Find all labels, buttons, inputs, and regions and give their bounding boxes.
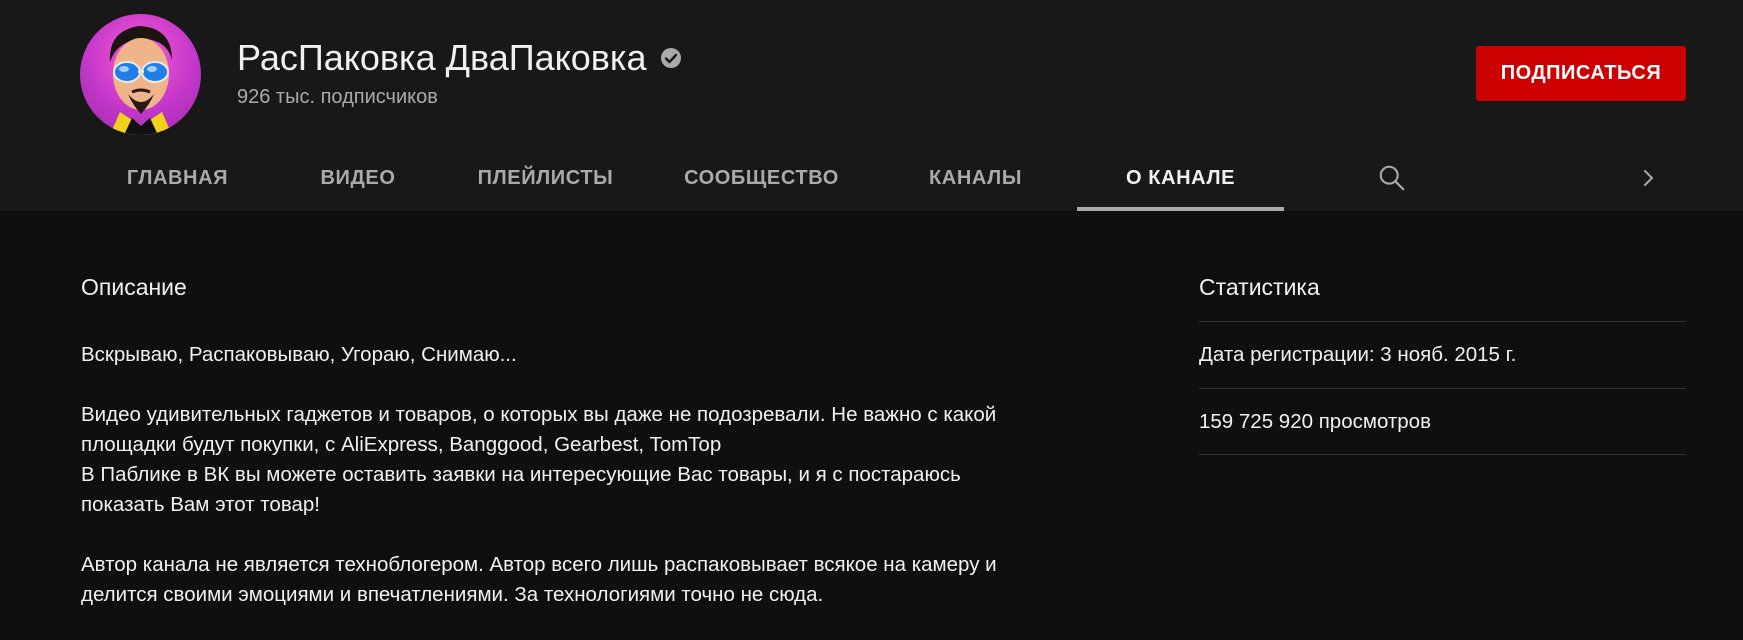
chevron-right-icon[interactable]	[1628, 158, 1668, 198]
subscribe-button[interactable]: ПОДПИСАТЬСЯ	[1476, 46, 1686, 101]
registration-date: Дата регистрации: 3 нояб. 2015 г.	[1199, 321, 1686, 388]
avatar-illustration	[109, 26, 172, 135]
verified-check-icon	[660, 47, 682, 69]
description-line: делится своими эмоциями и впечатлениями.…	[81, 583, 824, 606]
channel-title: РасПаковка ДваПаковка	[237, 37, 647, 78]
description-line: показать Вам этот товар!	[81, 493, 320, 516]
description-line: Видео удивительных гаджетов и товаров, о…	[81, 403, 997, 426]
tab-about[interactable]: О КАНАЛЕ	[1077, 145, 1284, 211]
description-title: Описание	[81, 274, 187, 300]
description-paragraph: Видео удивительных гаджетов и товаров, о…	[81, 400, 1061, 520]
tab-playlists[interactable]: ПЛЕЙЛИСТЫ	[442, 145, 649, 211]
description-text: Вскрываю, Распаковываю, Угораю, Снимаю..…	[81, 340, 1061, 640]
stats-title: Статистика	[1199, 274, 1320, 300]
subscriber-count: 926 тыс. подписчиков	[237, 86, 438, 108]
tab-channels[interactable]: КАНАЛЫ	[874, 145, 1077, 211]
description-paragraph: Вскрываю, Распаковываю, Угораю, Снимаю..…	[81, 340, 1061, 370]
view-count: 159 725 920 просмотров	[1199, 388, 1686, 455]
description-line: Вскрываю, Распаковываю, Угораю, Снимаю..…	[81, 343, 517, 366]
channel-header: РасПаковка ДваПаковка 926 тыс. подписчик…	[0, 0, 1743, 211]
channel-tabs: ГЛАВНАЯ ВИДЕО ПЛЕЙЛИСТЫ СООБЩЕСТВО КАНАЛ…	[81, 145, 1284, 211]
tab-videos[interactable]: ВИДЕО	[274, 145, 442, 211]
description-paragraph: Автор канала не является техноблогером. …	[81, 550, 1061, 610]
tab-community[interactable]: СООБЩЕСТВО	[649, 145, 874, 211]
channel-avatar[interactable]	[80, 14, 201, 135]
stats-panel: Дата регистрации: 3 нояб. 2015 г. 159 72…	[1199, 321, 1686, 455]
search-icon[interactable]	[1372, 158, 1412, 198]
description-line: площадки будут покупки, с AliExpress, Ba…	[81, 433, 722, 456]
description-line: Автор канала не является техноблогером. …	[81, 553, 997, 576]
tab-home[interactable]: ГЛАВНАЯ	[81, 145, 274, 211]
description-line: В Паблике в ВК вы можете оставить заявки…	[81, 463, 961, 486]
